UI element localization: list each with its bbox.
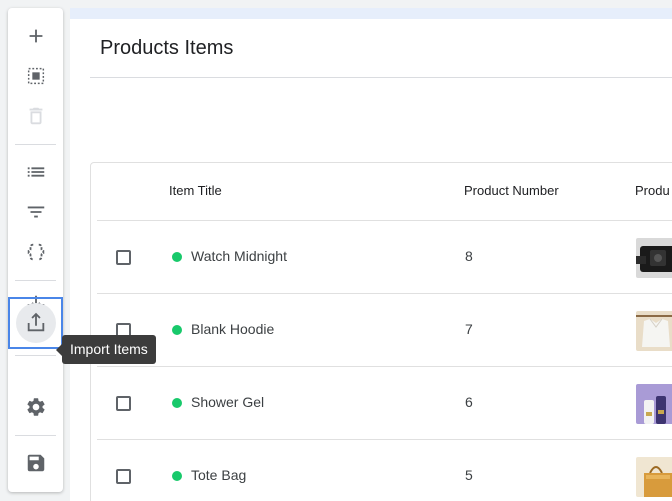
status-dot: [172, 252, 182, 262]
table-row[interactable]: Watch Midnight 8: [97, 221, 672, 294]
table-row[interactable]: Tote Bag 5: [97, 440, 672, 501]
item-title: Blank Hoodie: [191, 321, 275, 337]
list-view-button[interactable]: [8, 154, 63, 190]
main-content: Products Items Item Title Product Number…: [70, 8, 672, 501]
row-checkbox[interactable]: [116, 250, 131, 265]
hoodie-thumbnail[interactable]: [636, 311, 672, 351]
product-number: 5: [465, 467, 473, 483]
add-button[interactable]: [8, 18, 63, 54]
watch-thumbnail[interactable]: [636, 238, 672, 278]
item-title: Tote Bag: [191, 467, 247, 483]
product-number: 6: [465, 394, 473, 410]
filter-button[interactable]: [8, 194, 63, 230]
tote-bag-thumbnail[interactable]: [636, 457, 672, 497]
gear-icon: [26, 398, 45, 416]
products-table: Item Title Product Number Produ Watch Mi…: [90, 162, 672, 501]
row-checkbox[interactable]: [116, 396, 131, 411]
upload-icon: [27, 312, 44, 332]
top-bar: [70, 8, 672, 19]
list-icon: [27, 167, 44, 177]
import-button[interactable]: [8, 297, 63, 349]
page-title: Products Items: [100, 37, 234, 59]
code-button[interactable]: [8, 234, 63, 270]
floppy-disk-icon: [27, 454, 44, 472]
status-dot: [172, 325, 182, 335]
column-header-product-image[interactable]: Produ: [635, 183, 670, 198]
left-toolbar: [8, 8, 63, 492]
product-number: 7: [465, 321, 473, 337]
item-title: Watch Midnight: [191, 248, 287, 264]
braces-icon: [27, 243, 44, 261]
filter-icon: [27, 206, 44, 218]
column-header-product-number[interactable]: Product Number: [464, 183, 559, 198]
table-row[interactable]: Blank Hoodie 7: [97, 294, 672, 367]
save-button[interactable]: [8, 445, 63, 481]
table-row[interactable]: Shower Gel 6: [97, 367, 672, 440]
delete-button[interactable]: [8, 98, 63, 134]
column-header-item-title[interactable]: Item Title: [169, 183, 222, 198]
title-divider: [90, 77, 672, 78]
status-dot: [172, 471, 182, 481]
status-dot: [172, 398, 182, 408]
product-number: 8: [465, 248, 473, 264]
trash-icon: [29, 107, 42, 125]
shower-gel-thumbnail[interactable]: [636, 384, 672, 424]
select-all-button[interactable]: [8, 58, 63, 94]
import-items-tooltip: Import Items: [56, 335, 156, 364]
settings-button[interactable]: [8, 389, 63, 425]
row-checkbox[interactable]: [116, 469, 131, 484]
select-all-icon: [27, 67, 44, 85]
item-title: Shower Gel: [191, 394, 265, 410]
plus-icon: [29, 29, 42, 43]
